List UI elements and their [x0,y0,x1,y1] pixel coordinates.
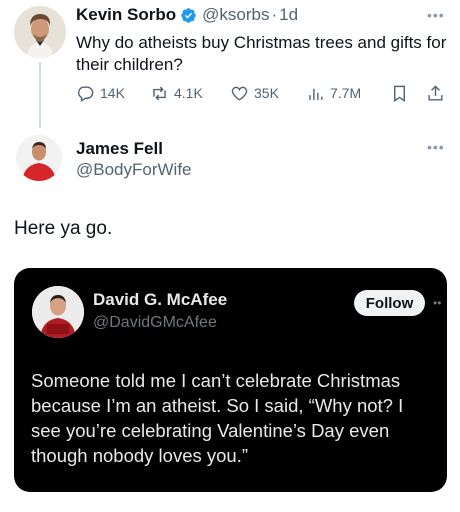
bookmark-button[interactable] [390,84,414,103]
more-icon[interactable]: ••• [427,8,445,22]
reply-button[interactable]: 14K [76,84,125,103]
follow-button[interactable]: Follow [354,290,425,316]
like-count: 35K [254,85,279,101]
like-button[interactable]: 35K [230,84,279,103]
reply-author-name[interactable]: James Fell [76,139,163,159]
retweet-button[interactable]: 4.1K [150,84,203,103]
thread-line [39,62,41,128]
david-mcafee-photo [32,286,84,338]
james-fell-photo [16,135,62,181]
reply-icon [77,85,94,102]
tweet-header: Kevin Sorbo @ksorbs · 1d [76,4,298,26]
reply-text: Here ya go. [14,218,113,239]
like-icon [231,86,248,101]
david-mcafee-avatar[interactable] [32,286,84,338]
kevin-sorbo-photo [14,6,66,58]
retweet-icon [153,86,166,100]
verified-badge-icon [180,7,197,24]
card-more-icon[interactable]: •• [433,296,441,310]
quoted-tweet-text: Someone told me I can’t celebrate Christ… [31,370,404,466]
reply-count: 14K [100,85,125,101]
views-icon [309,88,323,100]
views-count: 7.7M [330,85,362,101]
quoted-author-handle[interactable]: @DavidGMcAfee [93,314,217,332]
quoted-author-name[interactable]: David G. McAfee [93,290,227,310]
reply-header: James Fell [76,138,163,160]
embedded-tweet-card[interactable]: David G. McAfee @DavidGMcAfee Follow •• … [14,268,447,492]
share-button[interactable] [426,84,450,103]
bookmark-icon [394,85,405,102]
dot-separator: · [271,5,278,24]
retweet-count: 4.1K [174,85,203,101]
james-fell-avatar[interactable] [16,135,62,181]
share-icon [428,84,443,101]
reply-author-handle[interactable]: @BodyForWife [76,160,192,180]
reply-more-icon[interactable]: ••• [427,140,445,154]
views-button[interactable]: 7.7M [306,84,361,103]
author-handle[interactable]: @ksorbs [202,5,269,25]
kevin-sorbo-avatar[interactable] [14,6,66,58]
tweet-text: Why do atheists buy Christmas trees and … [76,33,447,74]
author-name[interactable]: Kevin Sorbo [76,5,176,25]
tweet-time[interactable]: 1d [279,5,298,25]
tweet-actions: 14K 4.1K 35K 7.7M [76,82,448,104]
